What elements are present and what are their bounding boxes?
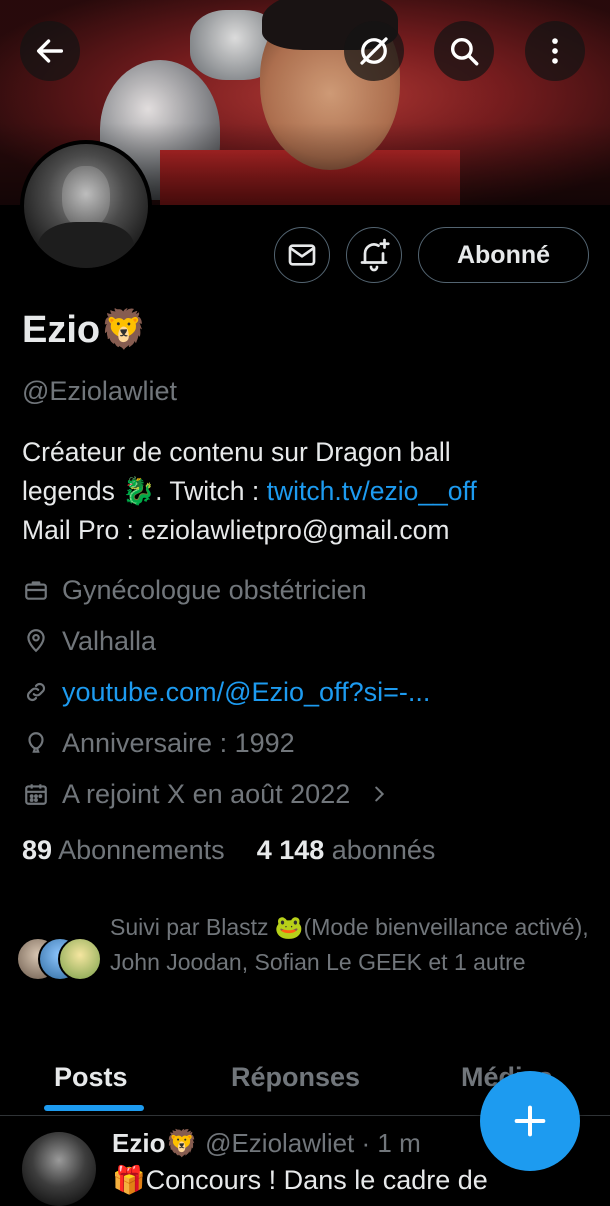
compose-button[interactable]: [480, 1071, 580, 1171]
avatar-body: [38, 222, 134, 268]
briefcase-icon: [22, 576, 50, 604]
avatar-face: [62, 166, 110, 228]
bio-line-2-text: legends 🐉. Twitch :: [22, 476, 267, 506]
birthday-text: Anniversaire : 1992: [62, 727, 295, 758]
search-button[interactable]: [434, 21, 494, 81]
post-header: Ezio🦁 @Eziolawliet · 1 m: [112, 1128, 421, 1159]
joined-row[interactable]: A rejoint X en août 2022: [22, 774, 390, 814]
followed-by-text[interactable]: Suivi par Blastz 🐸(Mode bienveillance ac…: [110, 910, 590, 980]
post-author: Ezio🦁: [112, 1128, 198, 1158]
bio-line-3: Mail Pro : eziolawlietpro@gmail.com: [22, 515, 450, 545]
plus-icon: [514, 1105, 546, 1137]
profession-text: Gynécologue obstétricien: [62, 574, 367, 605]
twitch-link[interactable]: twitch.tv/ezio__off: [267, 476, 477, 506]
notifications-button[interactable]: [346, 227, 402, 283]
bio-line-2: legends 🐉. Twitch : twitch.tv/ezio__off: [22, 472, 592, 511]
post-handle: @Eziolawliet: [205, 1128, 355, 1158]
profile-handle: @Eziolawliet: [22, 376, 177, 406]
followers-stat[interactable]: 4 148 abonnés: [257, 835, 436, 866]
post-avatar[interactable]: [22, 1132, 96, 1206]
post-text: 🎁Concours ! Dans le cadre de: [112, 1165, 488, 1195]
followers-label: abonnés: [331, 835, 436, 865]
location-text: Valhalla: [62, 625, 157, 656]
profile-avatar[interactable]: [20, 140, 152, 272]
message-button[interactable]: [274, 227, 330, 283]
followers-count: 4 148: [256, 835, 325, 865]
profession-row: Gynécologue obstétricien: [22, 570, 367, 610]
birthday-row: Anniversaire : 1992: [22, 723, 295, 763]
chevron-right-icon: [368, 783, 390, 805]
profile-name: Ezio🦁: [22, 308, 147, 352]
website-row: youtube.com/@Ezio_off?si=-...: [22, 672, 430, 712]
balloon-icon: [22, 729, 50, 757]
location-row: Valhalla: [22, 621, 156, 661]
mail-icon: [288, 244, 316, 266]
bell-plus-icon: [360, 238, 390, 272]
active-tab-indicator: [44, 1105, 144, 1111]
search-icon: [450, 37, 479, 66]
website-link[interactable]: youtube.com/@Ezio_off?si=-...: [62, 677, 430, 708]
bio-line-1: Créateur de contenu sur Dragon ball: [22, 437, 451, 467]
profile-bio: Créateur de contenu sur Dragon ball lege…: [22, 433, 592, 550]
arrow-left-icon: [36, 39, 64, 63]
joined-text: A rejoint X en août 2022: [62, 778, 351, 809]
post-time: · 1 m: [361, 1128, 421, 1158]
tab-replies[interactable]: Réponses: [231, 1040, 360, 1115]
profile-name-emoji: 🦁: [100, 309, 148, 351]
tab-posts[interactable]: Posts: [54, 1040, 128, 1115]
following-stat[interactable]: 89 Abonnements: [22, 835, 225, 866]
follower-avatar-3: [58, 937, 102, 981]
following-label: Abonnements: [58, 835, 225, 865]
more-button[interactable]: [525, 21, 585, 81]
back-button[interactable]: [20, 21, 80, 81]
grok-button[interactable]: [344, 21, 404, 81]
profile-name-text: Ezio: [22, 309, 101, 351]
following-button[interactable]: Abonné: [418, 227, 589, 283]
following-count: 89: [22, 835, 53, 865]
calendar-icon: [22, 780, 50, 808]
link-icon: [22, 678, 50, 706]
grok-icon: [360, 37, 388, 65]
profile-stats: 89 Abonnements 4 148 abonnés: [22, 835, 435, 866]
more-vertical-icon: [552, 38, 558, 64]
location-pin-icon: [22, 627, 50, 655]
